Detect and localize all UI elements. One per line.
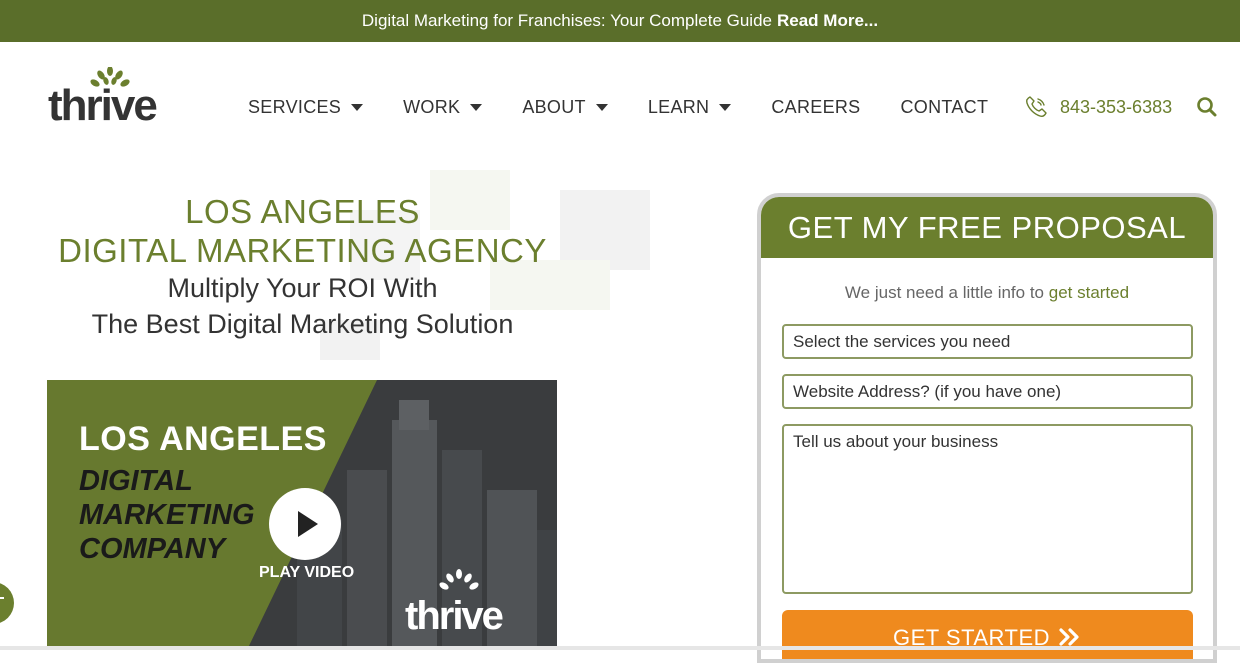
services-select[interactable]: Select the services you need	[782, 324, 1193, 359]
phone-link[interactable]: 843-353-6383	[1024, 95, 1172, 119]
caret-down-icon	[719, 104, 732, 111]
nav-label: WORK	[403, 97, 461, 117]
hero-sub-line1: Multiply Your ROI With	[167, 273, 438, 303]
read-more-link[interactable]: Read More...	[777, 11, 878, 31]
video-thumbnail[interactable]: LOS ANGELES DIGITAL MARKETING COMPANY PL…	[47, 380, 557, 650]
nav-learn[interactable]: LEARN	[648, 97, 732, 118]
nav-about[interactable]: ABOUT	[522, 97, 608, 118]
main-nav: SERVICES WORK ABOUT LEARN CAREERS CONTAC…	[248, 97, 1028, 118]
play-video-label: PLAY VIDEO	[259, 564, 355, 581]
proposal-form: GET MY FREE PROPOSAL We just need a litt…	[757, 193, 1217, 663]
video-thrive-logo: thrive	[403, 566, 533, 638]
caret-down-icon	[595, 104, 608, 111]
nav-careers[interactable]: CAREERS	[771, 97, 860, 118]
business-textarea[interactable]: Tell us about your business	[782, 424, 1193, 594]
logo-text: thrive	[48, 81, 158, 130]
hero-title-line1: LOS ANGELES	[185, 193, 420, 230]
bottom-divider	[0, 646, 1240, 650]
nav-label: LEARN	[647, 97, 710, 117]
caret-down-icon	[470, 104, 483, 111]
video-title: LOS ANGELES	[79, 420, 327, 458]
play-icon[interactable]	[269, 488, 341, 560]
phone-number: 843-353-6383	[1060, 96, 1173, 117]
nav-label: ABOUT	[522, 97, 586, 117]
nav-work[interactable]: WORK	[403, 97, 483, 118]
thrive-logo[interactable]: thrive	[48, 67, 158, 130]
nav-contact[interactable]: CONTACT	[900, 97, 988, 118]
video-subtitle: DIGITAL MARKETING COMPANY	[79, 464, 299, 566]
video-subtitle-line2: MARKETING	[79, 499, 255, 531]
search-icon	[1197, 97, 1217, 117]
nav-label: SERVICES	[248, 97, 342, 117]
video-subtitle-line3: COMPANY	[79, 533, 226, 565]
proposal-heading: GET MY FREE PROPOSAL	[761, 197, 1213, 258]
hero-heading: LOS ANGELES DIGITAL MARKETING AGENCY Mul…	[40, 192, 565, 342]
nav-label: CONTACT	[900, 97, 989, 117]
announcement-bar: Digital Marketing for Franchises: Your C…	[0, 0, 1240, 42]
nav-services[interactable]: SERVICES	[248, 97, 364, 118]
double-chevron-right-icon	[1059, 628, 1079, 646]
search-button[interactable]	[1196, 96, 1218, 123]
get-started-button[interactable]: GET STARTED	[782, 610, 1193, 659]
proposal-intro-text: We just need a little info to	[844, 283, 1044, 302]
nav-label: CAREERS	[771, 97, 861, 117]
website-field[interactable]: Website Address? (if you have one)	[782, 374, 1193, 409]
video-subtitle-line1: DIGITAL	[79, 465, 193, 497]
side-tab-button[interactable]	[0, 582, 14, 624]
proposal-intro: We just need a little info to get starte…	[761, 283, 1213, 303]
hero-sub-line2: The Best Digital Marketing Solution	[91, 309, 514, 339]
site-header: thrive SERVICES WORK ABOUT LEARN CAREERS…	[0, 42, 1240, 162]
phone-icon	[1026, 96, 1047, 117]
announcement-text: Digital Marketing for Franchises: Your C…	[361, 11, 772, 30]
video-logo-text: thrive	[405, 594, 504, 638]
hero-title-line2: DIGITAL MARKETING AGENCY	[58, 232, 547, 269]
caret-down-icon	[351, 104, 364, 111]
get-started-link[interactable]: get started	[1049, 283, 1129, 302]
